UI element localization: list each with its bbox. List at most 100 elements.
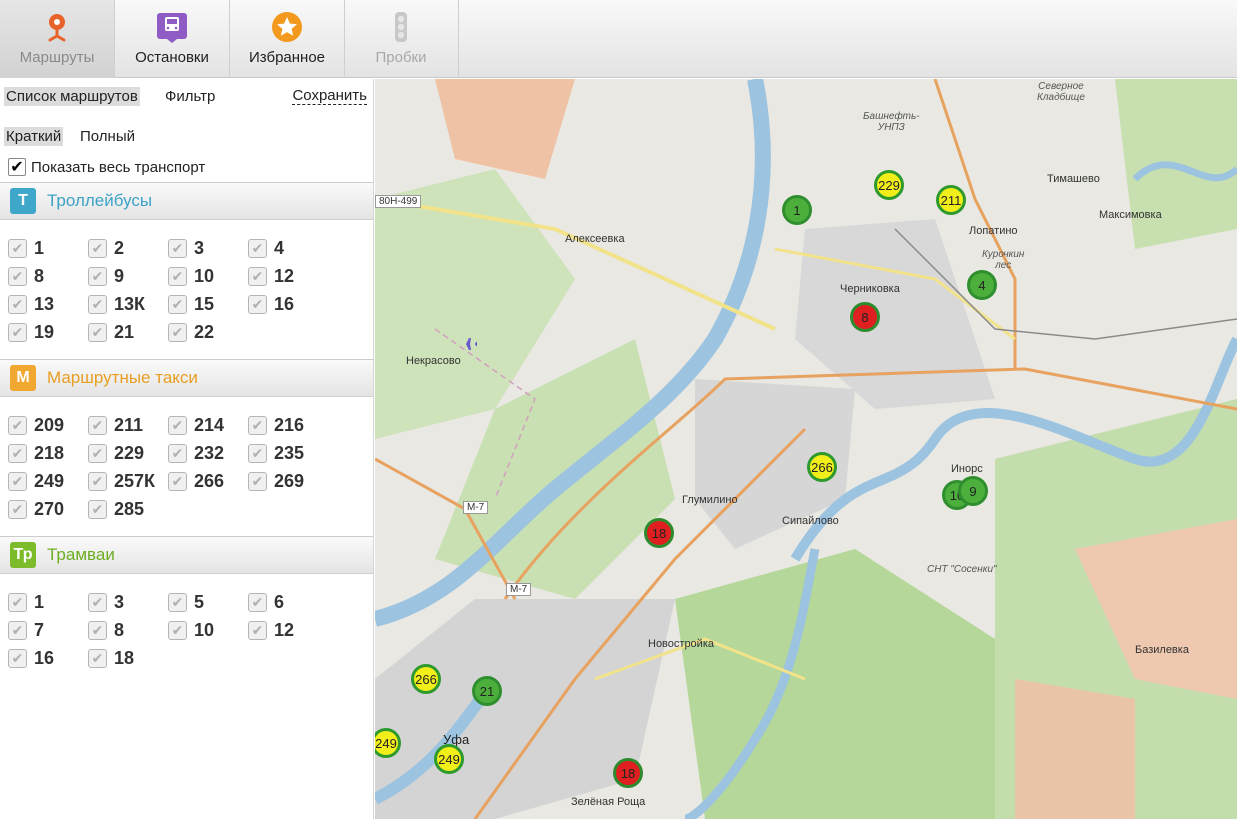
route-checkbox[interactable]: ✔ 10 [168, 264, 248, 288]
vehicle-marker[interactable]: 1 [782, 195, 812, 225]
route-checkbox[interactable]: ✔ 13К [88, 292, 168, 316]
route-checkbox[interactable]: ✔ 9 [88, 264, 168, 288]
route-checkbox[interactable]: ✔ 232 [168, 441, 248, 465]
place-maksimovka: Максимовка [1099, 209, 1162, 221]
route-checkbox[interactable]: ✔ 1 [8, 236, 88, 260]
route-checkbox[interactable]: ✔ 3 [168, 236, 248, 260]
vehicle-marker[interactable]: 266 [411, 664, 441, 694]
route-number: 270 [34, 498, 65, 519]
route-number: 13К [114, 293, 146, 314]
checkmark-icon: ✔ [248, 471, 267, 491]
route-checkbox[interactable]: ✔ 7 [8, 618, 88, 642]
vehicle-marker[interactable]: 229 [874, 170, 904, 200]
checkmark-icon: ✔ [168, 620, 187, 640]
vehicle-marker[interactable]: 8 [850, 302, 880, 332]
vehicle-marker[interactable]: 266 [807, 452, 837, 482]
checkmark-icon: ✔ [88, 443, 107, 463]
route-checkbox[interactable]: ✔ 269 [248, 469, 328, 493]
route-checkbox[interactable]: ✔ 249 [8, 469, 88, 493]
route-checkbox[interactable]: ✔ 270 [8, 497, 88, 521]
route-checkbox[interactable]: ✔ 6 [248, 590, 328, 614]
save-link[interactable]: Сохранить [292, 87, 367, 105]
route-checkbox[interactable]: ✔ 216 [248, 413, 328, 437]
place-nekrasovo: Некрасово [406, 355, 461, 367]
vehicle-marker[interactable]: 18 [644, 518, 674, 548]
vehicle-marker[interactable]: 249 [434, 744, 464, 774]
place-zelenaya-roshcha: Зелёная Роща [571, 796, 646, 808]
show-all-transport-checkbox[interactable]: ✔ Показать весь транспорт [8, 158, 205, 176]
place-bazilevka: Базилевка [1135, 644, 1189, 656]
traffic-button[interactable]: Пробки [344, 0, 459, 78]
vehicle-marker[interactable]: 21 [472, 676, 502, 706]
route-checkbox[interactable]: ✔ 214 [168, 413, 248, 437]
checkmark-icon: ✔ [168, 322, 187, 342]
route-number: 10 [194, 619, 215, 640]
route-checkbox[interactable]: ✔ 16 [8, 646, 88, 670]
route-checkbox[interactable]: ✔ 10 [168, 618, 248, 642]
map-view[interactable]: Северное Кладбище Башнефть- УНПЗ Тимашев… [375, 79, 1237, 819]
route-checkbox[interactable]: ✔ 12 [248, 618, 328, 642]
route-checkbox[interactable]: ✔ 209 [8, 413, 88, 437]
route-checkbox[interactable]: ✔ 8 [8, 264, 88, 288]
route-checkbox[interactable]: ✔ 218 [8, 441, 88, 465]
route-checkbox[interactable]: ✔ 4 [248, 236, 328, 260]
vehicle-marker[interactable]: 4 [967, 270, 997, 300]
route-number: 257К [114, 470, 156, 491]
route-checkbox[interactable]: ✔ 8 [88, 618, 168, 642]
route-number: 218 [34, 442, 65, 463]
tab-filter[interactable]: Фильтр [163, 87, 217, 106]
route-checkbox[interactable]: ✔ 18 [88, 646, 168, 670]
place-bashneft: Башнефть- УНПЗ [863, 111, 920, 133]
checkmark-icon: ✔ [88, 499, 107, 519]
trolleybus-routes: ✔ 1 ✔ 2 ✔ 3 ✔ 4 ✔ 8 ✔ 9 ✔ 10 ✔ 12 ✔ 13 ✔ 13К ✔ 15 ✔ 16 ✔ 19 ✔ 21 ✔ 22 [8, 236, 348, 344]
route-checkbox[interactable]: ✔ 2 [88, 236, 168, 260]
route-checkbox[interactable]: ✔ 5 [168, 590, 248, 614]
route-checkbox[interactable]: ✔ 266 [168, 469, 248, 493]
route-number: 12 [274, 619, 295, 640]
route-checkbox[interactable]: ✔ 16 [248, 292, 328, 316]
route-number: 6 [274, 591, 285, 612]
minibus-badge-icon: М [10, 365, 36, 391]
route-checkbox[interactable]: ✔ 13 [8, 292, 88, 316]
stops-button[interactable]: Остановки [115, 0, 230, 78]
route-checkbox[interactable]: ✔ 3 [88, 590, 168, 614]
checkmark-icon: ✔ [8, 238, 27, 258]
route-checkbox[interactable]: ✔ 235 [248, 441, 328, 465]
section-trolleybuses[interactable]: Т Троллейбусы [0, 182, 373, 220]
checkmark-icon: ✔ [168, 294, 187, 314]
route-checkbox[interactable]: ✔ 12 [248, 264, 328, 288]
favorites-button[interactable]: Избранное [230, 0, 345, 78]
place-sipaylovo: Сипайлово [782, 515, 839, 527]
route-checkbox[interactable]: ✔ 21 [88, 320, 168, 344]
checkmark-icon: ✔ [168, 471, 187, 491]
section-title: Троллейбусы [47, 191, 153, 210]
tab-route-list[interactable]: Список маршрутов [4, 87, 140, 106]
route-number: 8 [34, 265, 45, 286]
route-checkbox[interactable]: ✔ 285 [88, 497, 168, 521]
route-number: 3 [114, 591, 125, 612]
route-number: 18 [114, 647, 135, 668]
route-checkbox[interactable]: ✔ 229 [88, 441, 168, 465]
route-checkbox[interactable]: ✔ 15 [168, 292, 248, 316]
route-checkbox[interactable]: ✔ 257К [88, 469, 168, 493]
place-chernikovka: Черниковка [840, 283, 900, 295]
mode-short-tab[interactable]: Краткий [4, 127, 64, 146]
checkmark-icon: ✔ [248, 266, 267, 286]
checkmark-icon: ✔ [8, 266, 27, 286]
section-minibuses[interactable]: М Маршрутные такси [0, 359, 373, 397]
route-checkbox[interactable]: ✔ 19 [8, 320, 88, 344]
route-checkbox[interactable]: ✔ 22 [168, 320, 248, 344]
road-label-80n-499: 80Н-499 [375, 195, 422, 208]
checkmark-icon: ✔ [88, 648, 107, 668]
vehicle-marker[interactable]: 9 [958, 476, 988, 506]
vehicle-marker[interactable]: 18 [613, 758, 643, 788]
checkmark-icon: ✔ [168, 415, 187, 435]
mode-full-tab[interactable]: Полный [78, 127, 137, 146]
star-icon [269, 9, 305, 45]
top-toolbar: Маршруты Остановки Избранное Пробки [0, 0, 1237, 78]
vehicle-marker[interactable]: 211 [936, 185, 966, 215]
route-checkbox[interactable]: ✔ 1 [8, 590, 88, 614]
section-trams[interactable]: Тр Трамваи [0, 536, 373, 574]
routes-button[interactable]: Маршруты [0, 0, 115, 78]
route-checkbox[interactable]: ✔ 211 [88, 413, 168, 437]
